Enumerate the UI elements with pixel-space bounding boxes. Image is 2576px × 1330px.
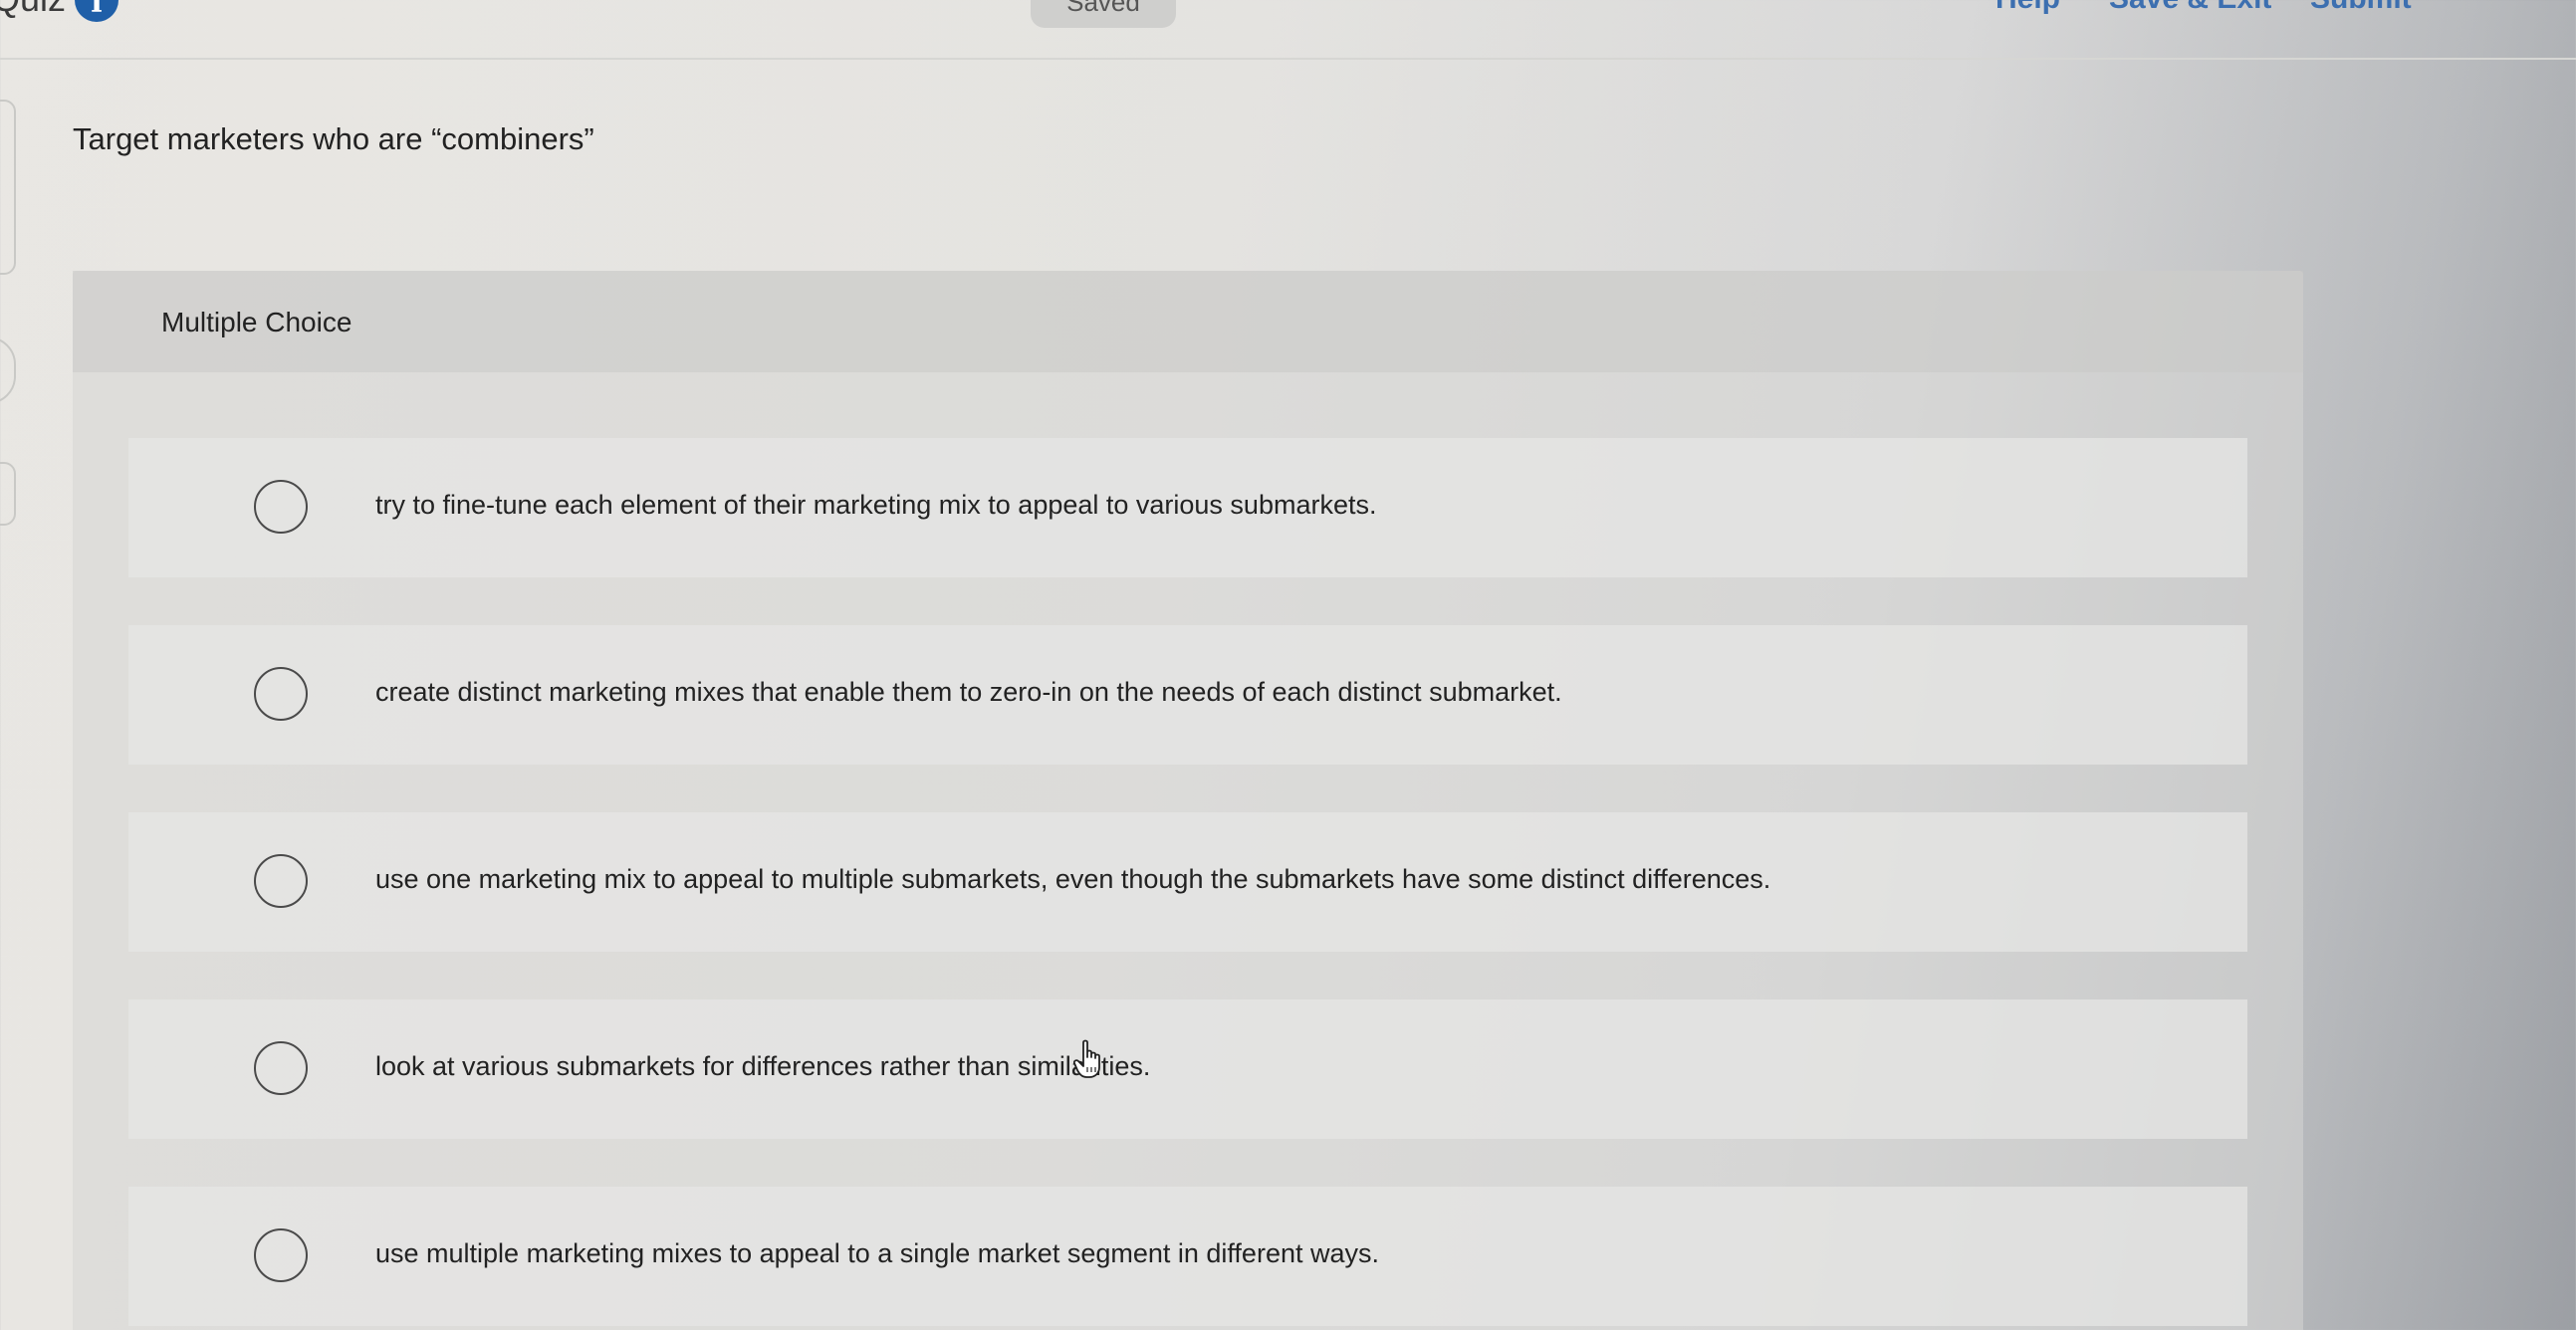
top-bar: Quiz i Saved Help Save & Exit Submit [0,0,2576,60]
radio-button-icon[interactable] [254,854,308,908]
question-type-header: Multiple Choice [73,271,2303,372]
radio-button-icon[interactable] [254,1228,308,1282]
radio-button-icon[interactable] [254,1041,308,1095]
answer-option-label: try to fine-tune each element of their m… [375,490,1377,520]
quiz-title: Quiz [0,0,66,20]
save-exit-link[interactable]: Save & Exit [2109,0,2271,16]
question-prompt: Target marketers who are “combiners” [73,121,594,156]
saved-status-badge: Saved [1031,0,1176,28]
radio-button-icon[interactable] [254,480,308,534]
answer-option-5[interactable]: use multiple marketing mixes to appeal t… [128,1187,2247,1326]
answer-option-3[interactable]: use one marketing mix to appeal to multi… [128,812,2247,952]
answer-option-1[interactable]: try to fine-tune each element of their m… [128,438,2247,577]
answer-option-4[interactable]: look at various submarkets for differenc… [128,999,2247,1139]
side-tab-edge[interactable] [0,462,16,526]
side-toggle-edge[interactable] [0,336,16,404]
answer-panel: Multiple Choice try to fine-tune each el… [73,271,2303,1330]
info-icon[interactable]: i [75,0,118,22]
help-link[interactable]: Help [1995,0,2060,16]
answer-option-label: look at various submarkets for differenc… [375,1051,1151,1081]
radio-button-icon[interactable] [254,667,308,721]
question-type-label: Multiple Choice [161,307,352,337]
hand-pointer-cursor-icon [1073,1039,1100,1078]
answer-option-2[interactable]: create distinct marketing mixes that ena… [128,625,2247,765]
submit-link[interactable]: Submit [2310,0,2412,16]
answer-option-label: use one marketing mix to appeal to multi… [375,864,1771,894]
answer-option-label: use multiple marketing mixes to appeal t… [375,1238,1379,1268]
answer-option-label: create distinct marketing mixes that ena… [375,677,1562,707]
side-panel-edge [0,100,16,275]
